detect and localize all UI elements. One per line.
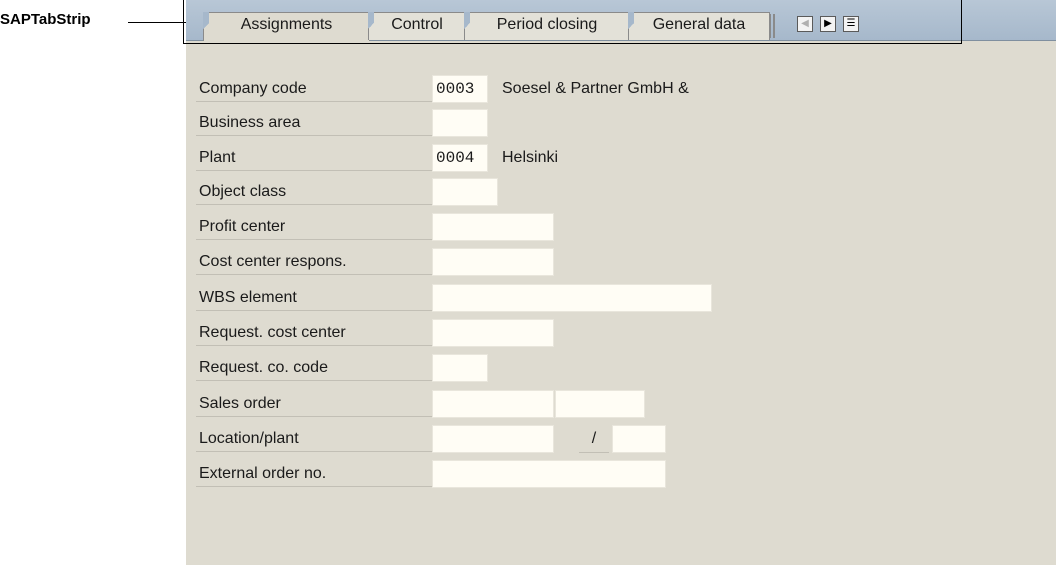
profit-center-field[interactable] [432,213,554,241]
sap-window: Assignments Control Period closing Gener… [186,0,1056,565]
company-code-description: Soesel & Partner GmbH & [502,80,689,97]
row-profit-center: Profit center [196,213,816,241]
sales-order-label: Sales order [196,390,432,417]
location-plant-separator: / [579,425,609,453]
external-order-no-field[interactable] [432,460,666,488]
business-area-label: Business area [196,109,432,136]
profit-center-label: Profit center [196,213,432,240]
object-class-field[interactable] [432,178,498,206]
request-co-code-field[interactable] [432,354,488,382]
row-external-order-no: External order no. [196,460,816,488]
plant-field[interactable]: 0004 [432,144,488,172]
wbs-element-field[interactable] [432,284,712,312]
location-plant-field[interactable] [612,425,666,453]
sales-order-item-field[interactable] [555,390,645,418]
company-code-label: Company code [196,75,432,102]
row-location-plant: Location/plant / [196,425,816,453]
row-wbs-element: WBS element [196,284,816,312]
row-object-class: Object class [196,178,816,206]
cost-center-respons-label: Cost center respons. [196,248,432,275]
business-area-field[interactable] [432,109,488,137]
object-class-label: Object class [196,178,432,205]
row-business-area: Business area [196,109,816,137]
sales-order-field[interactable] [432,390,554,418]
location-field[interactable] [432,425,554,453]
plant-label: Plant [196,144,432,171]
callout-label: SAPTabStrip [0,11,91,28]
row-request-cost-center: Request. cost center [196,319,816,347]
external-order-no-label: External order no. [196,460,432,487]
row-request-co-code: Request. co. code [196,354,816,382]
plant-description: Helsinki [502,149,559,166]
request-cost-center-field[interactable] [432,319,554,347]
request-cost-center-label: Request. cost center [196,319,432,346]
row-plant: Plant 0004 Helsinki [196,144,816,172]
row-cost-center-respons: Cost center respons. [196,248,816,276]
company-code-field[interactable]: 0003 [432,75,488,103]
request-co-code-label: Request. co. code [196,354,432,381]
wbs-element-label: WBS element [196,284,432,311]
row-sales-order: Sales order [196,390,816,418]
cost-center-respons-field[interactable] [432,248,554,276]
callout-line [128,22,186,23]
location-plant-label: Location/plant [196,425,432,452]
row-company-code: Company code 0003 Soesel & Partner GmbH … [196,75,816,103]
tabstrip-callout-frame [183,0,962,44]
